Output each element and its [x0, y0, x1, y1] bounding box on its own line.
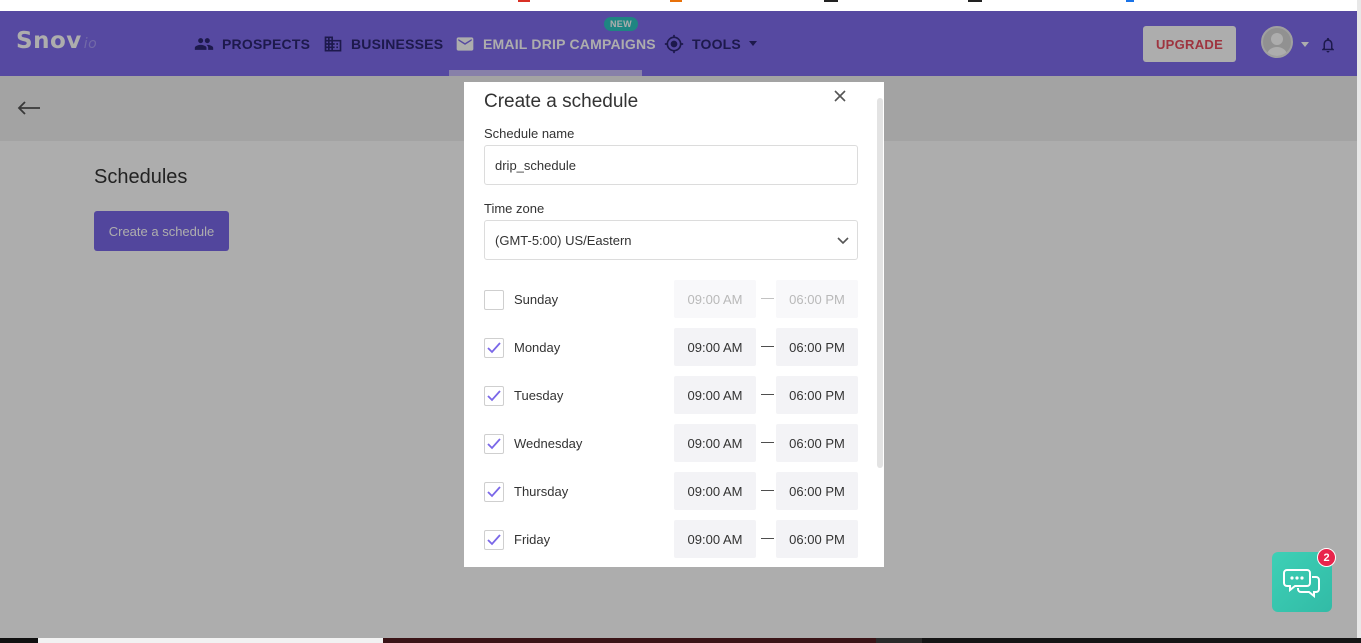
checkmark-icon	[487, 342, 501, 354]
end-time-input[interactable]: 06:00 PM	[776, 280, 858, 318]
end-time-input[interactable]: 06:00 PM	[776, 424, 858, 462]
browser-top-strip	[0, 0, 1361, 11]
tab-marker	[1126, 0, 1134, 2]
schedule-name-input[interactable]: drip_schedule	[484, 145, 858, 185]
day-row-sunday: Sunday 09:00 AM — 06:00 PM	[484, 280, 858, 320]
checkbox-thursday[interactable]	[484, 482, 504, 502]
checkbox-friday[interactable]	[484, 530, 504, 550]
day-row-friday: Friday 09:00 AM — 06:00 PM	[484, 520, 858, 560]
time-separator: —	[761, 386, 774, 401]
day-row-tuesday: Tuesday 09:00 AM — 06:00 PM	[484, 376, 858, 416]
end-time-input[interactable]: 06:00 PM	[776, 328, 858, 366]
end-time-input[interactable]: 06:00 PM	[776, 376, 858, 414]
chat-unread-badge: 2	[1317, 548, 1336, 567]
time-separator: —	[761, 338, 774, 353]
day-label: Monday	[514, 340, 561, 355]
strip-segment	[0, 638, 38, 643]
checkmark-icon	[487, 390, 501, 402]
strip-segment	[922, 638, 1361, 643]
tab-marker	[968, 0, 982, 2]
end-time-input[interactable]: 06:00 PM	[776, 520, 858, 558]
checkbox-sunday[interactable]	[484, 290, 504, 310]
close-icon[interactable]	[833, 89, 847, 103]
day-label: Wednesday	[514, 436, 583, 451]
day-label: Thursday	[514, 484, 569, 499]
start-time-input[interactable]: 09:00 AM	[674, 328, 756, 366]
checkbox-monday[interactable]	[484, 338, 504, 358]
bottom-strip	[0, 638, 1361, 643]
day-row-monday: Monday 09:00 AM — 06:00 PM	[484, 328, 858, 368]
schedule-name-label: Schedule name	[484, 126, 575, 141]
tab-marker	[670, 0, 682, 2]
modal-title: Create a schedule	[484, 91, 639, 112]
strip-segment	[876, 638, 922, 643]
end-time-input[interactable]: 06:00 PM	[776, 472, 858, 510]
time-separator: —	[761, 482, 774, 497]
day-row-wednesday: Wednesday 09:00 AM — 06:00 PM	[484, 424, 858, 464]
schedule-name-value: drip_schedule	[495, 157, 576, 173]
checkmark-icon	[487, 438, 501, 450]
strip-segment	[383, 638, 876, 643]
start-time-input[interactable]: 09:00 AM	[674, 280, 756, 318]
modal-scrollbar[interactable]	[877, 98, 883, 468]
day-row-thursday: Thursday 09:00 AM — 06:00 PM	[484, 472, 858, 512]
time-separator: —	[761, 290, 774, 305]
checkmark-icon	[487, 534, 501, 546]
start-time-input[interactable]: 09:00 AM	[674, 472, 756, 510]
strip-segment	[38, 638, 383, 643]
timezone-select[interactable]: (GMT-5:00) US/Eastern	[484, 220, 858, 260]
time-separator: —	[761, 434, 774, 449]
timezone-value: (GMT-5:00) US/Eastern	[495, 232, 632, 248]
day-label: Sunday	[514, 292, 559, 307]
tab-marker	[518, 0, 530, 2]
tab-marker	[824, 0, 838, 2]
page-scrollbar[interactable]	[1357, 0, 1361, 643]
day-label: Tuesday	[514, 388, 564, 403]
checkbox-tuesday[interactable]	[484, 386, 504, 406]
day-label: Friday	[514, 532, 551, 547]
create-schedule-modal: Create a schedule Schedule name drip_sch…	[464, 82, 884, 567]
time-separator: —	[761, 530, 774, 545]
start-time-input[interactable]: 09:00 AM	[674, 424, 756, 462]
timezone-label: Time zone	[484, 201, 545, 216]
start-time-input[interactable]: 09:00 AM	[674, 376, 756, 414]
chat-bubbles-icon	[1283, 569, 1320, 598]
checkbox-wednesday[interactable]	[484, 434, 504, 454]
chevron-down-icon	[837, 237, 849, 245]
start-time-input[interactable]: 09:00 AM	[674, 520, 756, 558]
checkmark-icon	[487, 486, 501, 498]
